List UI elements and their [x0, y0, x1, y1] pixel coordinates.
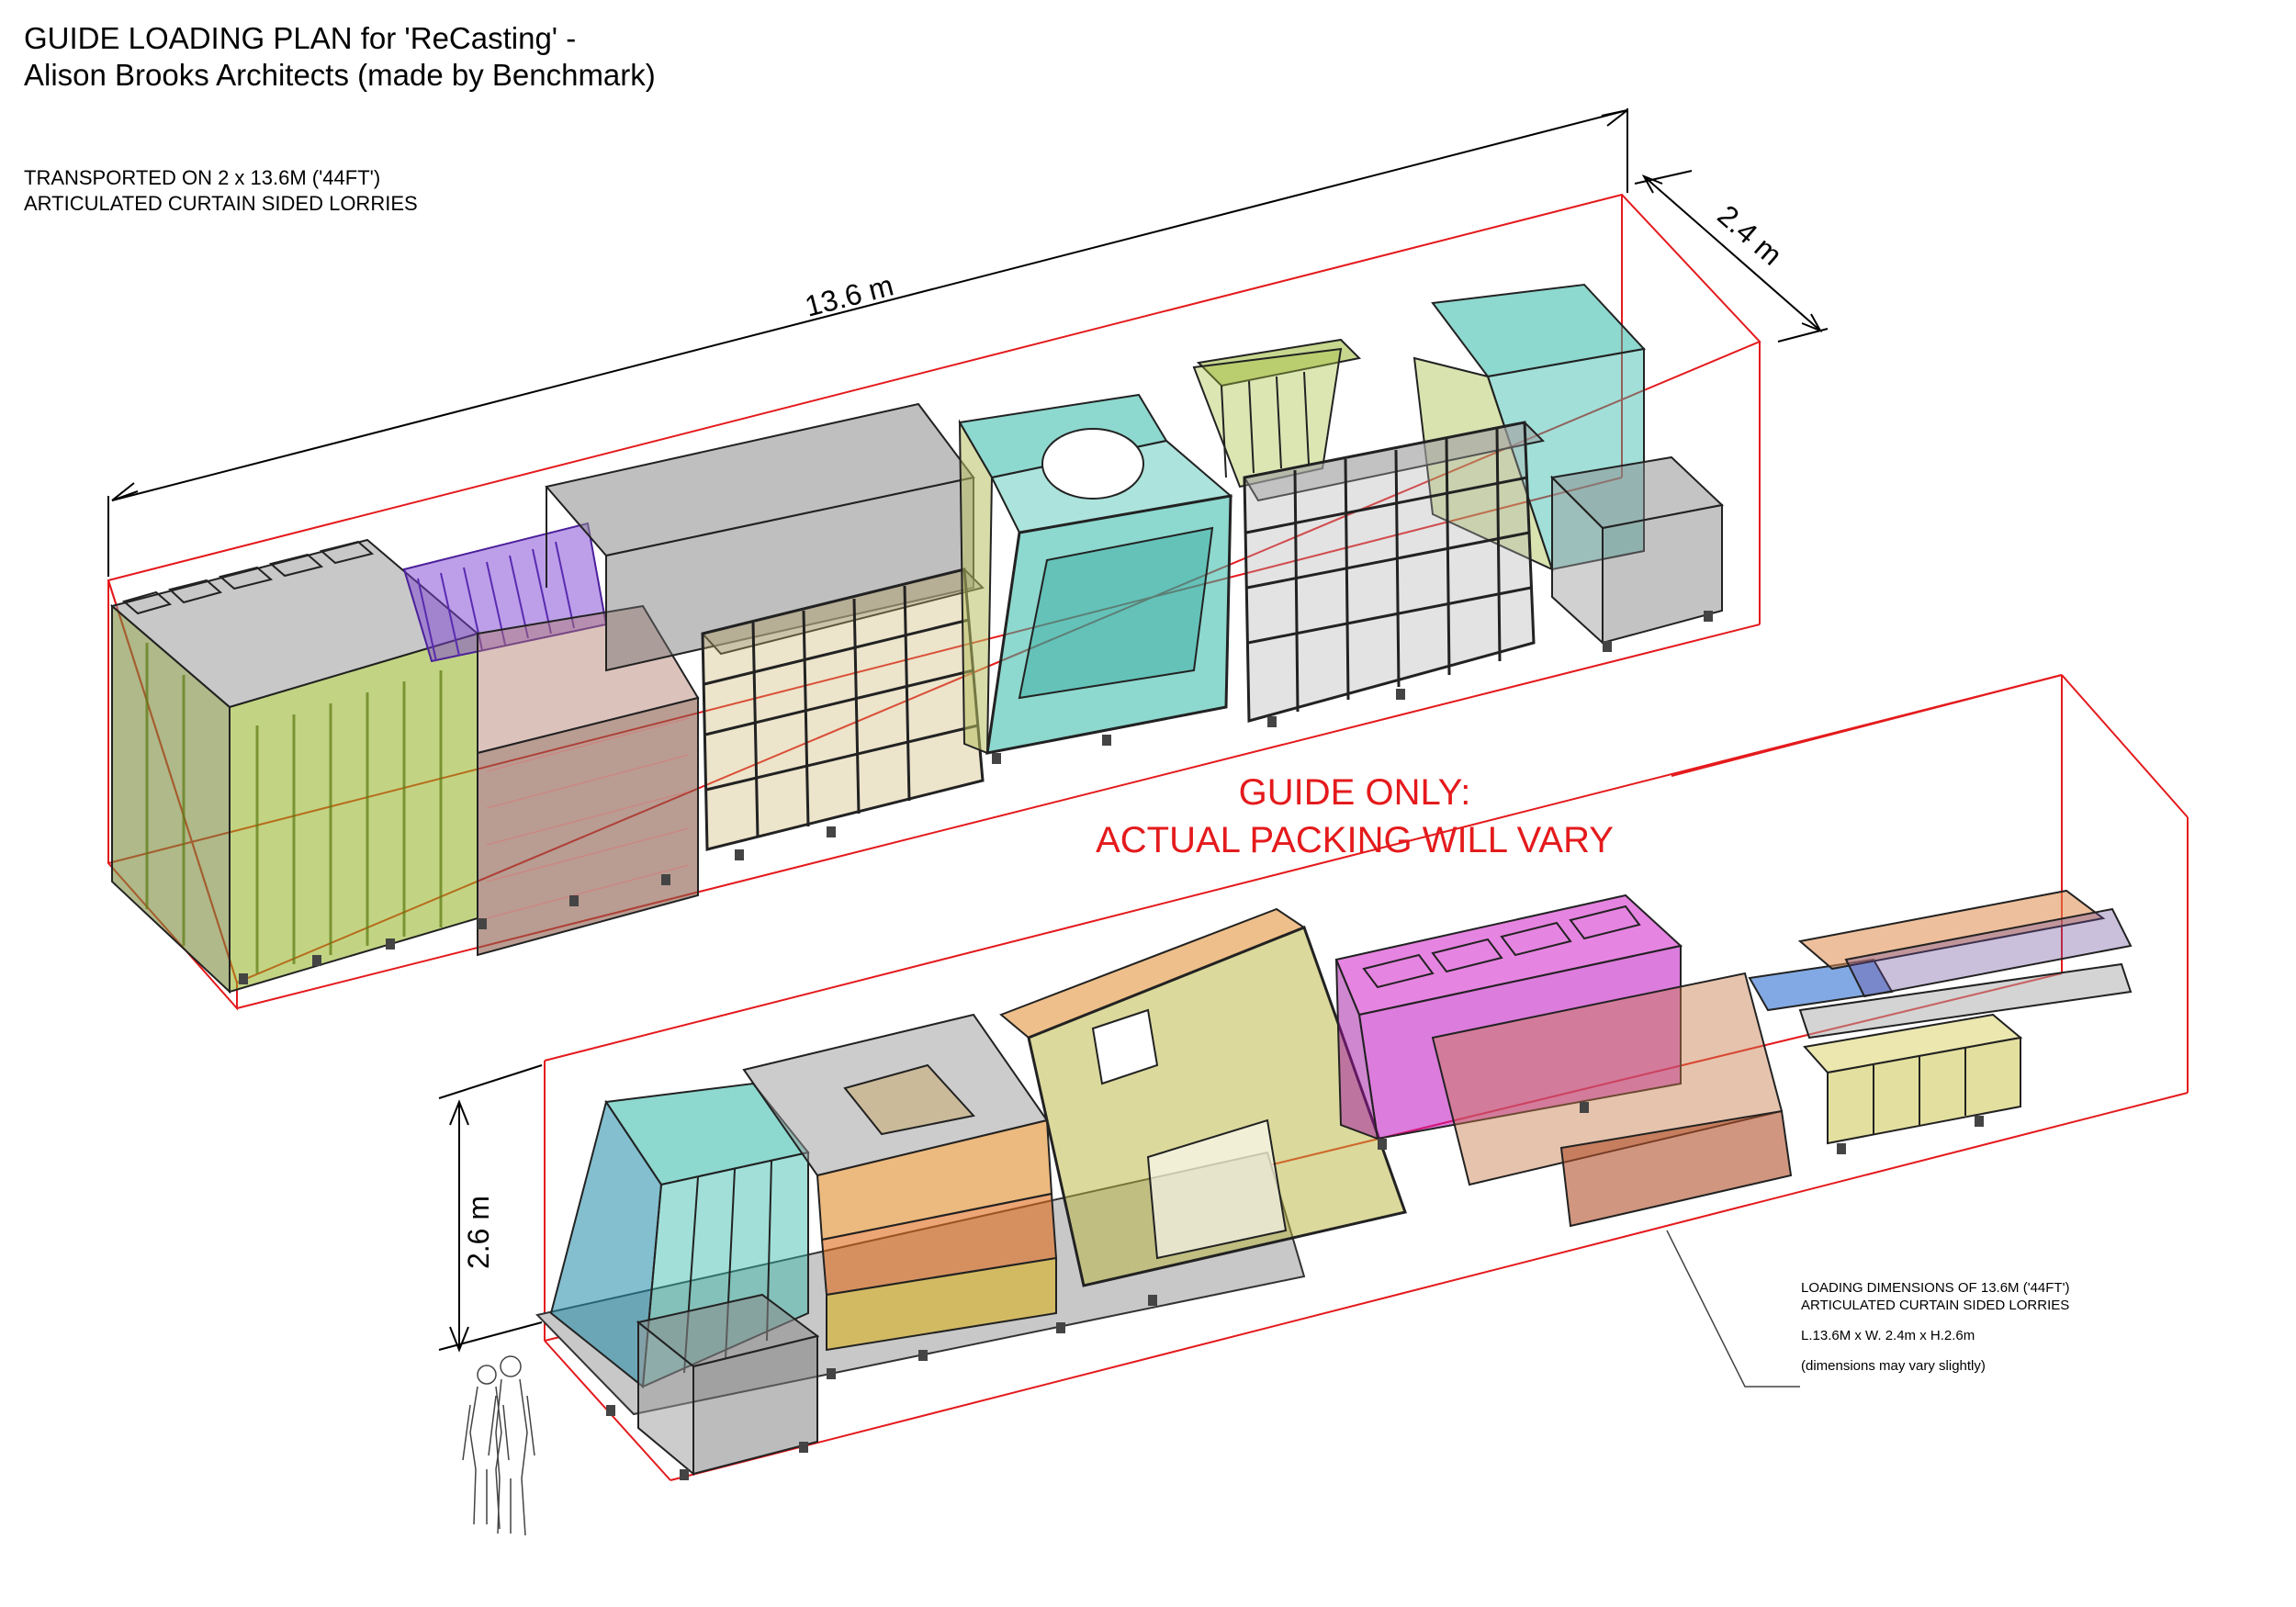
spec-leader-line [1666, 1230, 1800, 1388]
brown-sheet-stack [477, 604, 700, 957]
guide-note-line-1: GUIDE ONLY: [1238, 772, 1471, 813]
spec-line-2: ARTICULATED CURTAIN SIDED LORRIES [1801, 1298, 2070, 1313]
lorry-1: 13.6 m 2.4 m [107, 108, 1829, 1011]
grey-box-lower [636, 1293, 820, 1477]
spec-line-3: L.13.6M x W. 2.4m x H.2.6m [1801, 1328, 1975, 1343]
guide-note-line-2: ACTUAL PACKING WILL VARY [1096, 820, 1614, 860]
teal-arch-piece [958, 393, 1233, 755]
spec-line-1: LOADING DIMENSIONS OF 13.6M ('44FT') [1801, 1280, 2070, 1296]
small-grey-box [1549, 455, 1725, 646]
loading-dimensions-note: LOADING DIMENSIONS OF 13.6M ('44FT') ART… [1801, 1279, 2069, 1375]
height-label: 2.6 m [462, 1196, 495, 1269]
blue-sheets [1748, 889, 2133, 1039]
width-dimension [1634, 170, 1829, 343]
spec-line-4: (dimensions may vary slightly) [1801, 1358, 1986, 1374]
length-label: 13.6 m [802, 268, 897, 322]
width-label: 2.4 m [1711, 198, 1788, 272]
guide-only-note: GUIDE ONLY: ACTUAL PACKING WILL VARY [1010, 769, 1699, 864]
human-scale-figures-icon [462, 1355, 535, 1536]
